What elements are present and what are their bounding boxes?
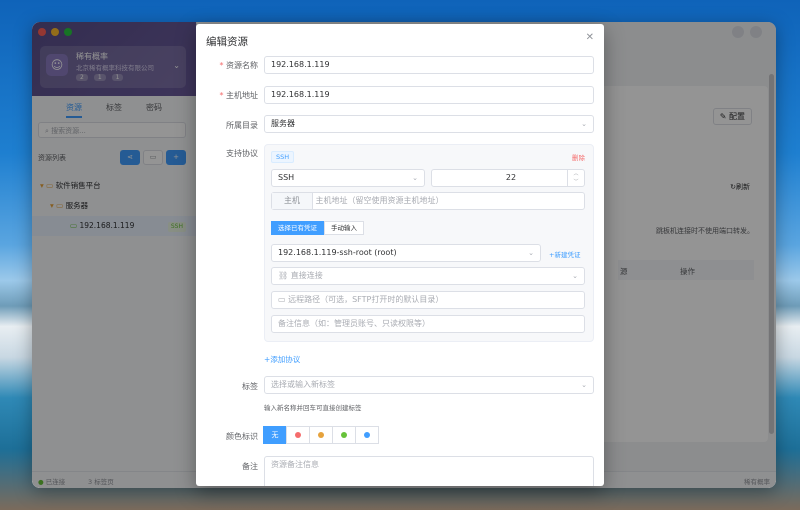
chevron-down-icon: ⌄ [572,272,578,280]
delete-protocol-button[interactable]: 删除 [572,152,585,162]
tags-label: 标签 [242,382,258,391]
protocol-card: SSH 删除 SSH ⌄ 22 ︿ ﹀ 主机 主机地址（留空使用资源主机地址） 选择已… [264,144,594,342]
remark-label: 备注 [242,462,258,471]
host-override-input[interactable]: 主机 主机地址（留空使用资源主机地址） [271,192,585,210]
tab-existing-credential[interactable]: 选择已有凭证 [271,221,324,235]
color-none-button[interactable]: 无 [263,426,287,444]
add-protocol-button[interactable]: +添加协议 [264,354,300,365]
remote-path-input[interactable]: ▭ 远程路径（可选，SFTP打开时的默认目录） [271,291,585,309]
port-stepper[interactable]: 22 ︿ ﹀ [431,169,585,187]
host-override-placeholder: 主机地址（留空使用资源主机地址） [315,196,444,205]
chevron-down-icon: ⌄ [581,381,587,389]
port-value: 22 [505,173,517,182]
color-green-button[interactable] [332,426,356,444]
chevron-down-icon: ⌄ [412,174,418,182]
chevron-down-icon: ⌄ [528,249,534,257]
tab-manual-input[interactable]: 手动输入 [324,221,364,235]
protocol-label: 支持协议 [226,149,258,158]
color-picker: 无 [263,426,379,444]
host-input[interactable]: 192.168.1.119 [264,86,594,104]
edit-resource-dialog: 编辑资源 ✕ 资源名称 192.168.1.119 主机地址 192.168.1… [196,24,604,486]
tags-placeholder: 选择或输入新标签 [271,380,335,389]
color-red-button[interactable] [286,426,310,444]
tags-hint: 输入新名称并回车可直接创建标签 [264,404,362,412]
directory-select[interactable]: 服务器 ⌄ [264,115,594,133]
remark-textarea[interactable]: 资源备注信息 [264,456,594,486]
credential-mode-toggle: 选择已有凭证 手动输入 [271,221,364,235]
connection-mode-value: 直接连接 [290,271,323,280]
color-dot [364,432,370,438]
close-icon[interactable]: ✕ [586,32,594,43]
remote-path-placeholder: 远程路径（可选，SFTP打开时的默认目录） [288,295,444,304]
directory-value: 服务器 [271,119,295,128]
protocol-badge: SSH [271,151,295,163]
directory-label: 所属目录 [226,121,258,130]
connection-mode-select[interactable]: ⛓ 直接连接 ⌄ [271,267,585,285]
new-credential-button[interactable]: +新建凭证 [549,249,580,259]
name-input[interactable]: 192.168.1.119 [264,56,594,74]
remark-placeholder: 资源备注信息 [271,460,319,469]
tags-select[interactable]: 选择或输入新标签 ⌄ [264,376,594,394]
name-label: 资源名称 [196,60,258,71]
protocol-notes-placeholder: 备注信息（如：管理员账号、只读权限等） [278,319,430,328]
color-orange-button[interactable] [309,426,333,444]
credential-select[interactable]: 192.168.1.119-ssh-root (root) ⌄ [271,244,541,262]
host-label: 主机地址 [196,90,258,101]
protocol-notes-input[interactable]: 备注信息（如：管理员账号、只读权限等） [271,315,585,333]
host-prefix: 主机 [272,193,313,209]
color-blue-button[interactable] [355,426,379,444]
dialog-title: 编辑资源 [206,36,248,48]
color-dot [318,432,324,438]
chevron-down-icon: ⌄ [581,120,587,128]
credential-value: 192.168.1.119-ssh-root (root) [278,248,397,257]
color-dot [341,432,347,438]
stepper-arrows-icon[interactable]: ︿ ﹀ [567,170,584,186]
folder-icon: ▭ [278,295,289,304]
color-dot [295,432,301,438]
protocol-value: SSH [278,173,295,182]
protocol-select[interactable]: SSH ⌄ [271,169,425,187]
link-icon: ⛓ [278,271,291,280]
color-label: 颜色标识 [226,432,258,441]
